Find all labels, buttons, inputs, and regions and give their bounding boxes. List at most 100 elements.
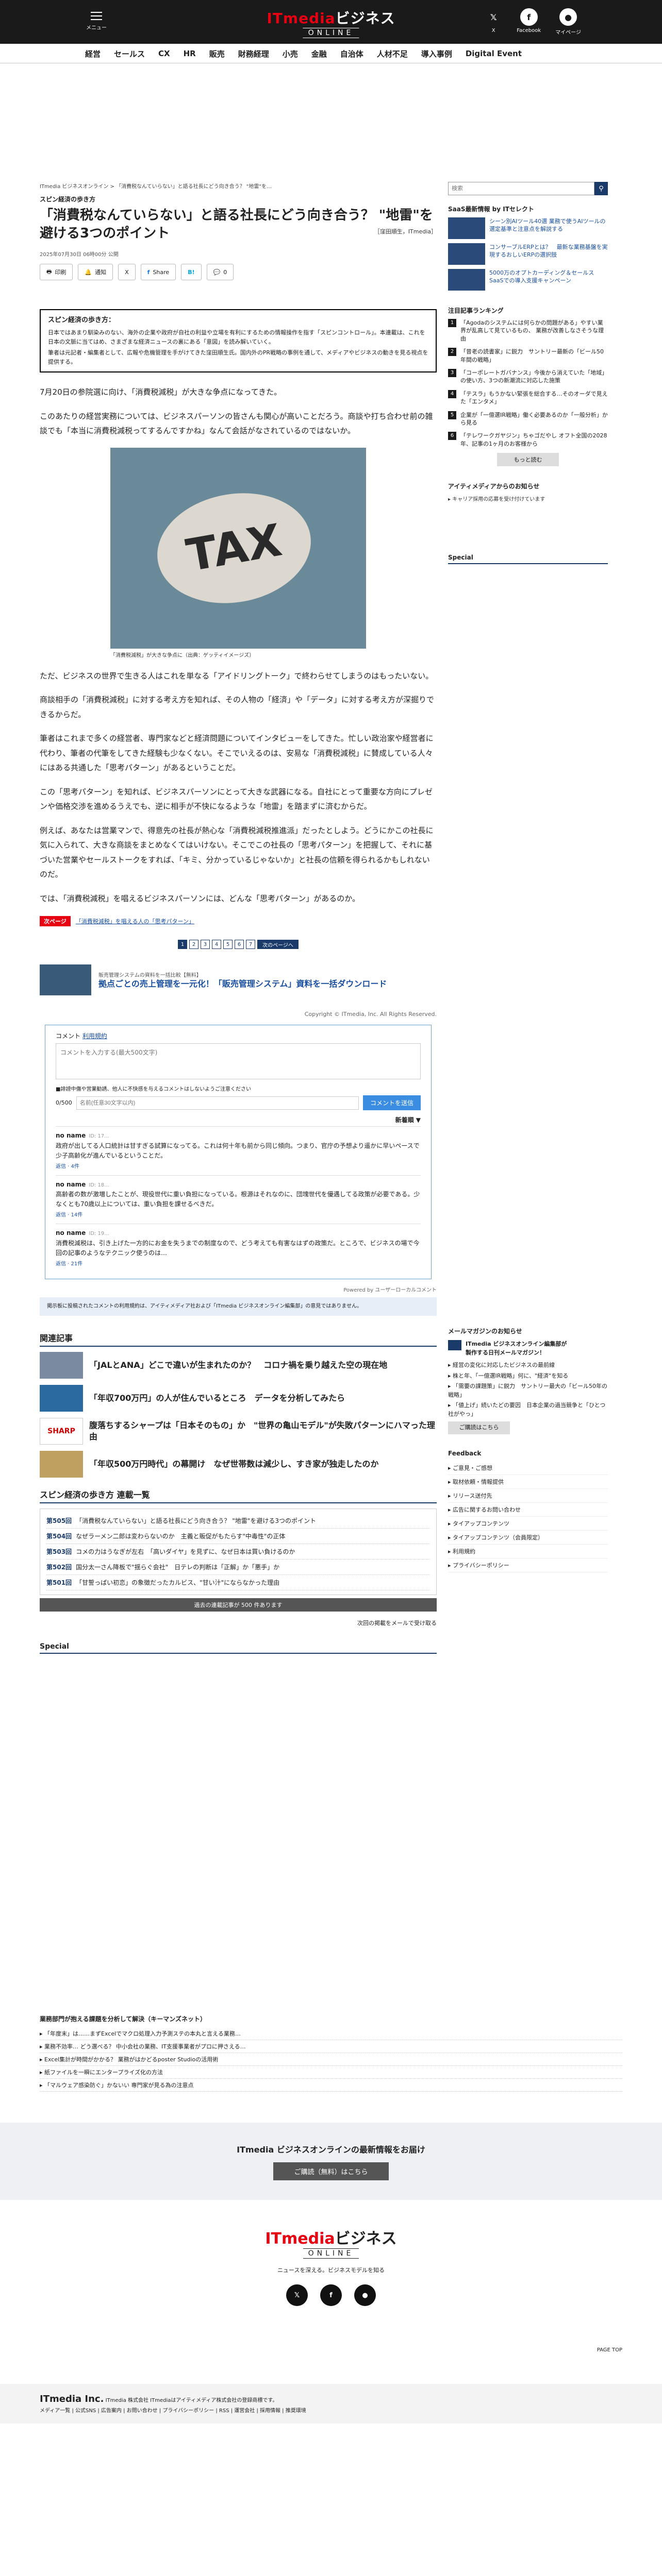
nav-item[interactable]: 自治体 bbox=[340, 48, 363, 59]
page-top-link[interactable]: PAGE TOP bbox=[40, 2347, 622, 2353]
series-list-item[interactable]: 第502回 国分太一さん降板で"揺らぐ会社" 日テレの判断は「正解」か「悪手」か bbox=[46, 1560, 430, 1575]
newsband-button[interactable]: ご購読（無料）はこちら bbox=[273, 2162, 389, 2180]
newsletter-item[interactable]: ▸ 株と年、「一億選IR戦略」何に、"経済"を知る bbox=[448, 1372, 608, 1381]
nickname-input[interactable] bbox=[76, 1096, 359, 1110]
comment-actions[interactable]: 返信 · 4件 bbox=[56, 1163, 421, 1171]
print-button[interactable]: 🖶 印刷 bbox=[40, 264, 73, 281]
hatena-button[interactable]: B! bbox=[181, 264, 202, 281]
saas-item[interactable]: コンサーブルERPとは？ 最新な業務基盤を実現するおしいERPの選択肢 bbox=[448, 243, 608, 265]
series-number: 第501回 bbox=[46, 1579, 72, 1587]
page-link[interactable]: 2 bbox=[189, 940, 198, 950]
feedback-link[interactable]: ▸ 取材依頼・情報提供 bbox=[448, 1475, 608, 1489]
feedback-link[interactable]: ▸ 広告に関するお問い合わせ bbox=[448, 1503, 608, 1517]
series-list-item[interactable]: 第501回 「甘誓っぱい初恋」の象徴だったカルビス、"甘い汁"にならなかった理由 bbox=[46, 1575, 430, 1591]
feedback-link[interactable]: ▸ タイアップコンテンツ（会員限定） bbox=[448, 1531, 608, 1545]
hatena-label: B! bbox=[188, 268, 195, 276]
notify-button[interactable]: 🔔 通知 bbox=[78, 264, 113, 281]
notice-text[interactable]: ▸ キャリア採用の応募を受け付けています bbox=[448, 495, 608, 502]
menu-label: メニュー bbox=[86, 25, 107, 31]
comment-count-button[interactable]: 💬 0 bbox=[206, 264, 234, 281]
ranking-item[interactable]: 4 「テスラ」もうかない緊張を総合する…そのオーダで見えた「エンタメ」 bbox=[448, 389, 608, 406]
keymans-item[interactable]: ▸ 「年度末」は……まずExcelでマクロ処理入力予測ステの本丸と言える業務… bbox=[40, 2027, 622, 2041]
paragraph: では、「消費税減税」を唱えるビジネスパーソンには、どんな「思考パターン」があるの… bbox=[40, 893, 360, 903]
past-articles-button[interactable]: 過去の連載記事が 500 件あります bbox=[40, 1598, 437, 1612]
nav-item[interactable]: 小売 bbox=[283, 48, 298, 59]
more-button[interactable]: もっと読む bbox=[497, 453, 559, 467]
nav-item[interactable]: 導入事例 bbox=[421, 48, 452, 59]
nav-item[interactable]: 人材不足 bbox=[377, 48, 408, 59]
feedback-link[interactable]: ▸ 利用規約 bbox=[448, 1545, 608, 1558]
nav-item[interactable]: セールス bbox=[114, 48, 145, 59]
page-link[interactable]: 4 bbox=[212, 940, 221, 950]
newsletter-subscribe-button[interactable]: ご購読はこちら bbox=[448, 1421, 510, 1434]
related-item[interactable]: SHARP 腹落ちするシャープは「日本そのもの」か "世界の亀山モデル"が失敗パタ… bbox=[40, 1418, 437, 1445]
feedback-link[interactable]: ▸ ご意見・ご感想 bbox=[448, 1461, 608, 1475]
newsletter-item[interactable]: ▸ 「需要の課題策」に鋭力 サントリー最大の「ビール50年の戦略」 bbox=[448, 1382, 608, 1399]
sort-select[interactable]: 新着順 ▼ bbox=[56, 1115, 421, 1124]
print-icon: 🖶 bbox=[46, 268, 52, 275]
comment-actions[interactable]: 返信 · 21件 bbox=[56, 1260, 421, 1268]
series-tag[interactable]: スピン経済の歩き方 bbox=[40, 195, 437, 204]
series-mail-link[interactable]: 次回の掲載をメールで受け取る bbox=[40, 1619, 437, 1627]
terms-link[interactable]: 利用規約 bbox=[82, 1032, 107, 1040]
comment-textarea[interactable] bbox=[56, 1043, 421, 1080]
keymans-item[interactable]: ▸ 「マルウェア感染防ぐ」かないい 専門家が見る為の注意点 bbox=[40, 2079, 622, 2092]
ranking-item[interactable]: 3 「コーポレートガバナンス」今後から消えていた「地域」の使い方、3つの新潮流に対… bbox=[448, 368, 608, 385]
related-item[interactable]: 「JALとANA」どこで違いが生まれたのか？ コロナ禍を乗り越えた空の現在地 bbox=[40, 1352, 437, 1379]
footer-logo[interactable]: ITmediaビジネス ONLINE ニュースを深える。ビジネスモデルを知る bbox=[0, 2200, 662, 2284]
saas-item[interactable]: 5000万のオプトカーディング＆セールスSaaSでの導入支援キャンペーン bbox=[448, 269, 608, 291]
x-link[interactable]: 𝕏X bbox=[485, 8, 502, 36]
newsletter-item[interactable]: ▸ 経営の変化に対応したビジネスの最前線 bbox=[448, 1361, 608, 1370]
keymans-item[interactable]: ▸ 紙ファイルを一瞬にエンタープライズ化の方法 bbox=[40, 2066, 622, 2079]
promo-banner[interactable]: 販売管理システムの資料を一括比較【無料】 拠点ごとの売上管理を一元化！「販売管理… bbox=[40, 964, 437, 996]
ranking-item[interactable]: 5 企業が「一億選IR戦略」働く必要あるのか「一般分析」から見る bbox=[448, 411, 608, 427]
site-logo[interactable]: ITmediaビジネス ONLINE bbox=[267, 7, 395, 38]
series-list-item[interactable]: 第505回 「消費税なんていらない」と語る社長にどう向き合う？ "地雷"を避ける3… bbox=[46, 1513, 430, 1529]
ranking-item[interactable]: 6 「テレワークガヤジン」ちゃゴだやし オフト全国の2028年、記事の1ヶ月のお客… bbox=[448, 432, 608, 448]
related-item[interactable]: 「年収700万円」の人が住んでいるところ データを分析してみたら bbox=[40, 1385, 437, 1412]
facebook-share-button[interactable]: f Share bbox=[140, 264, 176, 281]
next-page-button[interactable]: 次のページへ bbox=[257, 940, 299, 950]
ranking-item[interactable]: 2 「昔老の読書家」に鋭力 サントリー最新の「ビール50年間の戦略」 bbox=[448, 348, 608, 364]
search-icon[interactable]: ⚲ bbox=[594, 182, 608, 195]
nav-item[interactable]: CX bbox=[158, 49, 170, 58]
menu-button[interactable]: メニュー bbox=[81, 9, 112, 31]
page-link[interactable]: 6 bbox=[235, 940, 244, 950]
ranking-item[interactable]: 1 「Agodaのシステムには何らかの問題がある」やすい業界が乱高して見ているもの… bbox=[448, 319, 608, 343]
comment-text: 政府が出してる人口統計は甘すぎる試算になってる。これは何十年も前から同じ傾向。つ… bbox=[56, 1142, 420, 1159]
series-list-item[interactable]: 第504回 なぜラーメン二郎は変わらないのか 主義と販促がもたらす"中毒性"の正体 bbox=[46, 1529, 430, 1545]
page-link[interactable]: 1 bbox=[178, 940, 187, 950]
nav-item[interactable]: 販売 bbox=[209, 48, 225, 59]
saas-item[interactable]: シーン別AIツール40選 業務で使うAIツールの選定基準と注意点を解説する bbox=[448, 217, 608, 239]
footer-links[interactable]: メディア一覧 | 公式SNS | 広告案内 | お問い合わせ | プライバシーポ… bbox=[40, 2407, 622, 2415]
x-icon[interactable]: 𝕏 bbox=[286, 2284, 308, 2307]
breadcrumb[interactable]: ITmedia ビジネスオンライン > 「消費税なんていらない」と語る社長にどう… bbox=[40, 182, 437, 190]
series-list-item[interactable]: 第503回 コメの力はうなぎが左右 「高いダイヤ」を見ずに、なぜ日本は買い負けるの… bbox=[46, 1544, 430, 1560]
mypage-link[interactable]: ● マイページ bbox=[555, 8, 581, 36]
user-icon[interactable]: ● bbox=[354, 2284, 376, 2307]
nav-item[interactable]: 経営 bbox=[85, 48, 101, 59]
next-page-link[interactable]: 「消費税減税」を唱える人の「思考パターン」 bbox=[76, 917, 194, 925]
article-photo[interactable]: TAX bbox=[110, 447, 366, 649]
feedback-link[interactable]: ▸ タイアップコンテンツ bbox=[448, 1517, 608, 1531]
page-link[interactable]: 7 bbox=[246, 940, 255, 950]
newsletter-item[interactable]: ▸ 「値上げ」続いたどの要因 日本企業の過当競争と「ひとつ社がやっ」 bbox=[448, 1401, 608, 1418]
facebook-link[interactable]: f Facebook bbox=[517, 8, 541, 36]
keymans-item[interactable]: ▸ 業務不効率… どう選べる？ 中小会社の業務、IT支援事業者がプロに押さえる… bbox=[40, 2040, 622, 2054]
related-item[interactable]: 「年収500万円時代」の幕開け なぜ世帯数は減少し、すき家が独走したのか bbox=[40, 1451, 437, 1478]
facebook-icon[interactable]: f bbox=[320, 2284, 342, 2307]
nav-item[interactable]: Digital Event bbox=[466, 49, 522, 58]
paragraph: 例えば、あなたは営業マンで、得意先の社長が熱心な「消費税減税推進派」だったとしよ… bbox=[40, 825, 434, 879]
page-link[interactable]: 5 bbox=[223, 940, 233, 950]
keymans-item[interactable]: ▸ Excel集計が時間がかかる？ 業務がはかどるposter Studioの活… bbox=[40, 2053, 622, 2066]
feedback-link[interactable]: ▸ リリース送付先 bbox=[448, 1489, 608, 1503]
x-share-button[interactable]: X bbox=[118, 264, 136, 281]
feedback-link[interactable]: ▸ プライバシーポリシー bbox=[448, 1558, 608, 1572]
search-input[interactable] bbox=[448, 182, 594, 195]
submit-comment-button[interactable]: コメントを送信 bbox=[362, 1095, 421, 1111]
page-link[interactable]: 3 bbox=[201, 940, 210, 950]
comment-actions[interactable]: 返信 · 14件 bbox=[56, 1211, 421, 1219]
nav-item[interactable]: 財務経理 bbox=[238, 48, 269, 59]
nav-item[interactable]: 金融 bbox=[311, 48, 327, 59]
nav-item[interactable]: HR bbox=[184, 49, 196, 58]
